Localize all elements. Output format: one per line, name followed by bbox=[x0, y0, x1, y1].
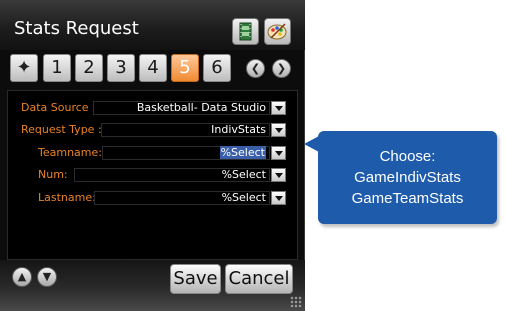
teamname-dropdown[interactable] bbox=[271, 146, 286, 160]
star-icon: ✦ bbox=[16, 57, 32, 78]
arrow-down-icon: ▼ bbox=[42, 270, 52, 283]
data-source-dropdown[interactable] bbox=[271, 101, 286, 115]
tab-2[interactable]: 2 bbox=[75, 54, 103, 82]
callout-line-3: GameTeamStats bbox=[351, 190, 464, 207]
stats-request-dialog: Stats Request ✦ 1 2 3 4 5 6 ❮ ❯ Data Sou… bbox=[0, 0, 305, 311]
callout-text: Choose: GameIndivStats GameTeamStats bbox=[318, 146, 497, 209]
request-type-select[interactable]: IndivStats bbox=[101, 123, 270, 137]
request-type-value: IndivStats bbox=[211, 123, 266, 136]
callout-pointer bbox=[304, 136, 319, 152]
chevron-right-icon: ❯ bbox=[276, 62, 287, 75]
callout-line-2: GameIndivStats bbox=[354, 169, 461, 186]
teamname-value: %Select bbox=[219, 146, 266, 159]
palette-icon bbox=[267, 23, 287, 40]
tab-strip: ✦ 1 2 3 4 5 6 ❮ ❯ bbox=[10, 54, 305, 84]
next-tab-button[interactable]: ❯ bbox=[272, 59, 291, 78]
data-source-label: Data Source : bbox=[21, 101, 96, 114]
request-form: Data Source : Basketball- Data Studio Re… bbox=[7, 90, 298, 260]
data-source-value: Basketball- Data Studio bbox=[136, 101, 266, 114]
save-button[interactable]: Save bbox=[170, 264, 221, 294]
tab-5[interactable]: 5 bbox=[171, 54, 199, 82]
tab-4[interactable]: 4 bbox=[139, 54, 167, 82]
callout-line-1: Choose: bbox=[379, 148, 436, 165]
data-source-select[interactable]: Basketball- Data Studio bbox=[93, 101, 270, 115]
tab-3[interactable]: 3 bbox=[107, 54, 135, 82]
request-type-label: Request Type : bbox=[21, 123, 102, 136]
tab-6[interactable]: 6 bbox=[203, 54, 231, 82]
dialog-title: Stats Request bbox=[14, 18, 139, 39]
teamname-label: Teamname: bbox=[38, 146, 102, 159]
title-bar: Stats Request bbox=[0, 0, 305, 50]
teamname-select[interactable]: %Select bbox=[102, 146, 270, 160]
prev-tab-button[interactable]: ❮ bbox=[246, 59, 265, 78]
arrow-up-icon: ▲ bbox=[17, 270, 27, 283]
palette-button[interactable] bbox=[264, 18, 291, 45]
move-up-button[interactable]: ▲ bbox=[12, 267, 32, 287]
request-type-dropdown[interactable] bbox=[271, 123, 286, 137]
film-button[interactable] bbox=[232, 18, 259, 45]
lastname-dropdown[interactable] bbox=[271, 191, 286, 205]
resize-grip[interactable] bbox=[290, 296, 302, 308]
chevron-left-icon: ❮ bbox=[250, 62, 261, 75]
move-down-button[interactable]: ▼ bbox=[37, 267, 57, 287]
cancel-button[interactable]: Cancel bbox=[225, 264, 293, 294]
tab-star[interactable]: ✦ bbox=[10, 54, 38, 82]
lastname-value: %Select bbox=[221, 191, 266, 204]
lastname-label: Lastname: bbox=[38, 191, 96, 204]
num-label: Num: bbox=[38, 168, 68, 181]
num-dropdown[interactable] bbox=[271, 168, 286, 182]
film-icon bbox=[239, 22, 252, 41]
lastname-select[interactable]: %Select bbox=[94, 191, 270, 205]
tab-1[interactable]: 1 bbox=[43, 54, 71, 82]
num-select[interactable]: %Select bbox=[74, 168, 270, 182]
num-value: %Select bbox=[221, 168, 266, 181]
